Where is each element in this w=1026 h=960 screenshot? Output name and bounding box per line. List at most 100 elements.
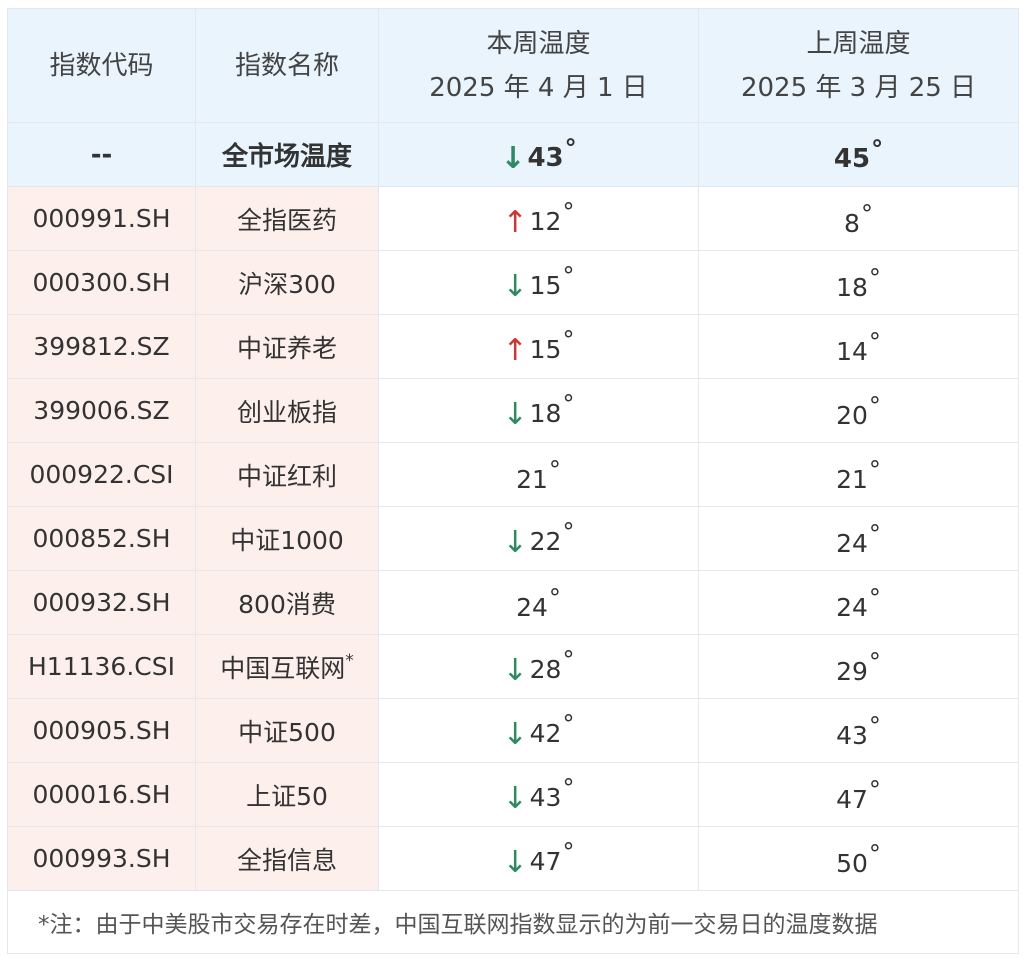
index-name: 中证500 bbox=[238, 717, 336, 747]
degree-symbol: ° bbox=[860, 199, 873, 228]
index-code: H11136.CSI bbox=[7, 634, 196, 699]
current-temperature: ↓22° bbox=[378, 506, 699, 571]
previous-temperature-value: 18 bbox=[836, 272, 868, 302]
current-temperature: 24° bbox=[378, 570, 699, 635]
current-temperature-value: 21 bbox=[516, 464, 548, 494]
market-previous: 45° bbox=[698, 122, 1019, 187]
previous-temperature-value: 21 bbox=[836, 464, 868, 494]
index-code: 000905.SH bbox=[7, 698, 196, 763]
previous-temperature-value: 43 bbox=[836, 720, 868, 750]
degree-symbol: ° bbox=[562, 645, 575, 674]
previous-temperature-value: 29 bbox=[836, 656, 868, 686]
table-row: 000016.SH 上证50 ↓43° 47° bbox=[7, 762, 1019, 827]
index-name: 中证红利 bbox=[236, 461, 337, 491]
table-row: 000905.SH 中证500 ↓42° 43° bbox=[7, 698, 1019, 763]
table-row: 000852.SH 中证1000 ↓22° 24° bbox=[7, 506, 1019, 571]
degree-symbol: ° bbox=[868, 775, 881, 804]
temperature-table-container: 指数代码 指数名称 本周温度 2025 年 4 月 1 日 上周温度 2025 … bbox=[7, 8, 1019, 954]
current-temperature: ↑15° bbox=[378, 314, 699, 379]
index-code: 000016.SH bbox=[7, 762, 196, 827]
index-name: 800消费 bbox=[238, 589, 336, 619]
previous-temperature: 43° bbox=[698, 698, 1019, 763]
previous-temperature: 29° bbox=[698, 634, 1019, 699]
index-name: 全指医药 bbox=[236, 205, 337, 235]
previous-temperature-value: 20 bbox=[836, 400, 868, 430]
table-row: 399006.SZ 创业板指 ↓18° 20° bbox=[7, 378, 1019, 443]
index-name: 中证养老 bbox=[236, 333, 337, 363]
degree-symbol: ° bbox=[868, 583, 881, 612]
header-previous: 上周温度 2025 年 3 月 25 日 bbox=[698, 8, 1019, 123]
arrow-up-icon: ↑ bbox=[502, 332, 528, 368]
header-code: 指数代码 bbox=[7, 8, 196, 123]
header-current-title: 本周温度 bbox=[486, 28, 591, 59]
market-name: 全市场温度 bbox=[195, 122, 379, 187]
arrow-down-icon: ↓ bbox=[502, 268, 528, 304]
index-name-cell: 800消费 bbox=[195, 570, 379, 635]
index-name-cell: 上证50 bbox=[195, 762, 379, 827]
previous-temperature-value: 24 bbox=[836, 592, 868, 622]
table-row: 000932.SH 800消费 24° 24° bbox=[7, 570, 1019, 635]
index-name-cell: 全指信息 bbox=[195, 826, 379, 891]
previous-temperature: 47° bbox=[698, 762, 1019, 827]
current-temperature-value: 47 bbox=[529, 846, 562, 876]
table-row: 000993.SH 全指信息 ↓47° 50° bbox=[7, 826, 1019, 891]
current-temperature-value: 12 bbox=[529, 206, 562, 236]
previous-temperature: 18° bbox=[698, 250, 1019, 315]
previous-temperature: 24° bbox=[698, 506, 1019, 571]
index-code: 000932.SH bbox=[7, 570, 196, 635]
degree-symbol: ° bbox=[868, 327, 881, 356]
market-previous-value: 45 bbox=[833, 144, 871, 174]
degree-symbol: ° bbox=[562, 709, 575, 738]
index-code: 399812.SZ bbox=[7, 314, 196, 379]
table-row: 000300.SH 沪深300 ↓15° 18° bbox=[7, 250, 1019, 315]
table-row: 000922.CSI 中证红利 21° 21° bbox=[7, 442, 1019, 507]
index-name-cell: 中证1000 bbox=[195, 506, 379, 571]
index-name-cell: 沪深300 bbox=[195, 250, 379, 315]
current-temperature-value: 43 bbox=[529, 782, 562, 812]
arrow-down-icon: ↓ bbox=[502, 396, 528, 432]
degree-symbol: ° bbox=[868, 391, 881, 420]
index-code: 399006.SZ bbox=[7, 378, 196, 443]
index-name-cell: 全指医药 bbox=[195, 186, 379, 251]
header-previous-title: 上周温度 bbox=[806, 28, 911, 59]
market-row: -- 全市场温度 ↓43° 45° bbox=[7, 122, 1019, 187]
current-temperature: ↓47° bbox=[378, 826, 699, 891]
arrow-down-icon: ↓ bbox=[500, 140, 526, 176]
current-temperature: ↑12° bbox=[378, 186, 699, 251]
degree-symbol: ° bbox=[562, 389, 575, 418]
current-temperature: ↓43° bbox=[378, 762, 699, 827]
index-name-cell: 中证红利 bbox=[195, 442, 379, 507]
arrow-up-icon: ↑ bbox=[502, 204, 528, 240]
table-row: H11136.CSI 中国互联网* ↓28° 29° bbox=[7, 634, 1019, 699]
current-temperature: ↓18° bbox=[378, 378, 699, 443]
market-current: ↓43° bbox=[378, 122, 699, 187]
index-name: 上证50 bbox=[246, 781, 328, 811]
header-current: 本周温度 2025 年 4 月 1 日 bbox=[378, 8, 699, 123]
degree-symbol: ° bbox=[868, 647, 881, 676]
previous-temperature-value: 24 bbox=[836, 528, 868, 558]
degree-symbol: ° bbox=[564, 133, 577, 162]
degree-symbol: ° bbox=[562, 517, 575, 546]
index-name: 中国互联网 bbox=[220, 653, 346, 683]
table-row: 399812.SZ 中证养老 ↑15° 14° bbox=[7, 314, 1019, 379]
current-temperature-value: 15 bbox=[529, 270, 562, 300]
index-name-cell: 中证500 bbox=[195, 698, 379, 763]
current-temperature: ↓42° bbox=[378, 698, 699, 763]
index-name-cell: 中证养老 bbox=[195, 314, 379, 379]
header-name: 指数名称 bbox=[195, 8, 379, 123]
degree-symbol: ° bbox=[562, 773, 575, 802]
arrow-down-icon: ↓ bbox=[502, 844, 528, 880]
current-temperature-value: 15 bbox=[529, 334, 562, 364]
degree-symbol: ° bbox=[868, 839, 881, 868]
current-temperature: 21° bbox=[378, 442, 699, 507]
index-code: 000922.CSI bbox=[7, 442, 196, 507]
arrow-down-icon: ↓ bbox=[502, 524, 528, 560]
previous-temperature-value: 14 bbox=[836, 336, 868, 366]
previous-temperature: 14° bbox=[698, 314, 1019, 379]
arrow-down-icon: ↓ bbox=[502, 652, 528, 688]
previous-temperature-value: 50 bbox=[836, 848, 868, 878]
previous-temperature: 20° bbox=[698, 378, 1019, 443]
current-temperature-value: 42 bbox=[529, 718, 562, 748]
current-temperature-value: 24 bbox=[516, 592, 548, 622]
index-name: 全指信息 bbox=[236, 845, 337, 875]
